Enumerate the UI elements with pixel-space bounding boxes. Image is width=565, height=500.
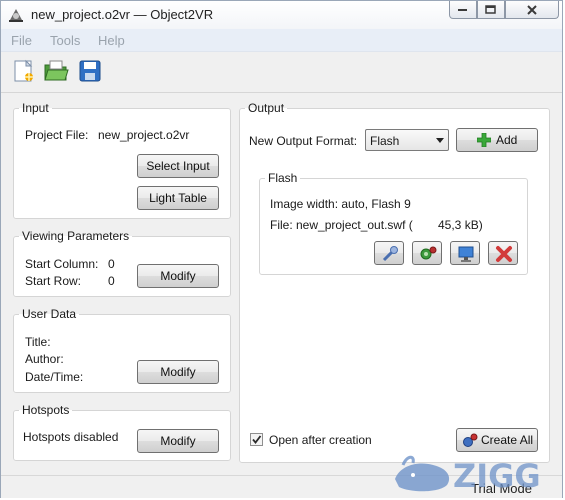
maximize-button[interactable] — [477, 1, 505, 19]
project-file-value: new_project.o2vr — [98, 128, 190, 142]
create-all-icon — [463, 433, 478, 447]
output-group: Output — [239, 101, 550, 463]
output-format-select[interactable]: Flash — [365, 129, 449, 151]
flash-legend: Flash — [268, 171, 298, 185]
user-data-legend: User Data — [22, 307, 77, 321]
minimize-icon — [458, 8, 467, 11]
delete-icon — [496, 246, 512, 262]
start-row-value: 0 — [108, 274, 115, 288]
flash-file-size: 45,3 kB) — [438, 218, 483, 232]
close-button[interactable] — [505, 1, 559, 19]
author-label: Author: — [25, 352, 64, 366]
title-bar: new_project.o2vr — Object2VR — [1, 1, 562, 29]
menu-tools[interactable]: Tools — [50, 33, 80, 48]
flash-build-button[interactable] — [412, 241, 442, 265]
start-column-label: Start Column: — [25, 257, 99, 271]
output-legend: Output — [248, 101, 285, 115]
toolbar — [1, 52, 562, 93]
plus-icon — [477, 133, 491, 147]
title-label: Title: — [25, 335, 51, 349]
open-after-label: Open after creation — [269, 433, 372, 447]
menu-bar: File Tools Help — [1, 29, 562, 52]
chevron-down-icon — [436, 138, 444, 143]
output-format-value: Flash — [370, 134, 400, 148]
add-output-button[interactable]: Add — [456, 128, 538, 152]
save-icon[interactable] — [77, 58, 103, 84]
open-after-checkbox[interactable] — [250, 433, 263, 446]
flash-file-label: File: new_project_out.swf ( — [270, 218, 413, 232]
project-file-label: Project File: — [25, 128, 89, 142]
open-project-icon[interactable] — [43, 58, 69, 84]
add-output-label: Add — [496, 133, 518, 147]
start-column-value: 0 — [108, 257, 115, 271]
gears-icon — [420, 246, 437, 260]
main-content: Input Project File: new_project.o2vr Sel… — [1, 93, 562, 475]
new-project-icon[interactable] — [11, 58, 37, 84]
start-row-label: Start Row: — [25, 274, 82, 288]
create-all-label: Create All — [481, 433, 534, 447]
hotspots-modify-button[interactable]: Modify — [137, 429, 219, 453]
input-legend: Input — [22, 101, 49, 115]
viewing-modify-button[interactable]: Modify — [137, 264, 219, 288]
minimize-button[interactable] — [449, 1, 477, 19]
datetime-label: Date/Time: — [25, 370, 84, 384]
hotspots-status: Hotspots disabled — [23, 430, 119, 444]
hotspots-legend: Hotspots — [22, 403, 70, 417]
close-icon — [527, 4, 537, 15]
app-window: new_project.o2vr — Object2VR File Tools … — [0, 0, 563, 498]
menu-help[interactable]: Help — [98, 33, 125, 48]
watermark-text: ZIGG — [453, 457, 541, 495]
user-data-modify-button[interactable]: Modify — [137, 360, 219, 384]
checkmark-icon — [252, 435, 262, 444]
maximize-icon — [485, 4, 496, 14]
menu-file[interactable]: File — [11, 33, 32, 48]
output-format-label: New Output Format: — [249, 134, 358, 148]
window-title: new_project.o2vr — Object2VR — [31, 7, 214, 22]
flash-delete-button[interactable] — [488, 241, 518, 265]
flash-preview-button[interactable] — [450, 241, 480, 265]
viewing-parameters-legend: Viewing Parameters — [22, 229, 130, 243]
app-logo-icon — [9, 9, 23, 22]
light-table-button[interactable]: Light Table — [137, 186, 219, 210]
select-input-button[interactable]: Select Input — [137, 154, 219, 178]
zigg-watermark-logo: ZIGG — [395, 455, 541, 495]
monitor-icon — [458, 246, 474, 262]
wrench-icon — [382, 246, 398, 262]
flash-info: Image width: auto, Flash 9 — [270, 197, 411, 211]
flash-settings-button[interactable] — [374, 241, 404, 265]
